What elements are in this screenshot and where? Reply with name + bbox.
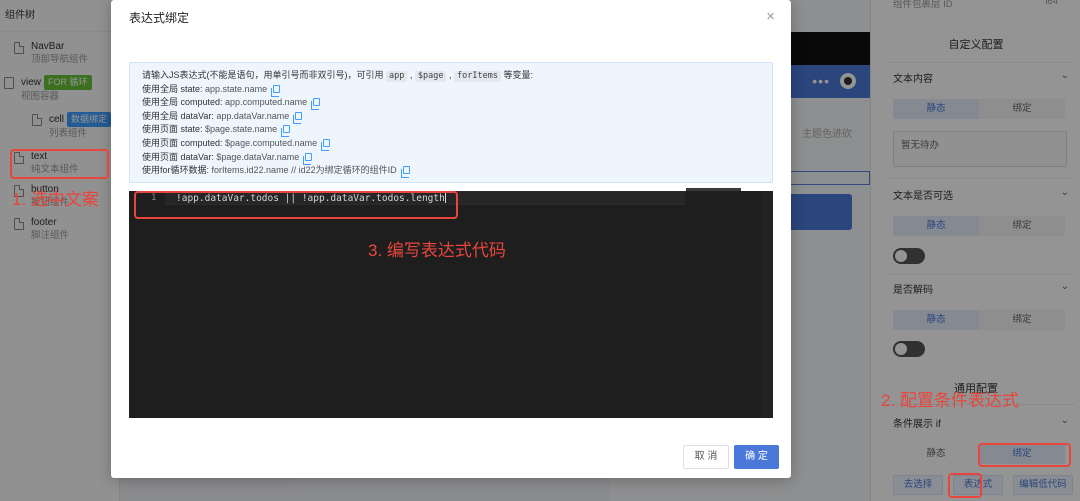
dialog-header: 表达式绑定 × <box>111 0 791 34</box>
help-row-label: 使用全局 state: <box>142 83 203 94</box>
help-row-label: 使用全局 computed: <box>142 97 223 108</box>
copy-icon[interactable] <box>281 125 291 138</box>
dialog-title: 表达式绑定 <box>129 11 190 25</box>
annotation-step3: 3. 编写表达式代码 <box>368 241 506 260</box>
minimap[interactable] <box>686 188 741 191</box>
help-intro: 请输入JS表达式(不能是语句，用单引号而非双引号)，可引用 app , $pag… <box>142 70 533 82</box>
help-row: 使用全局 computed: app.computed.name <box>142 96 760 111</box>
copy-icon[interactable] <box>293 111 303 124</box>
help-row-label: 使用全局 dataVar: <box>142 110 214 121</box>
cancel-button[interactable]: 取 消 <box>683 445 729 469</box>
confirm-button[interactable]: 确 定 <box>734 445 779 469</box>
help-row: 使用全局 state: app.state.name <box>142 83 760 97</box>
help-row-label: 使用页面 computed: <box>142 137 223 148</box>
help-row-value: $page.computed.name <box>225 137 318 148</box>
help-row-value: app.dataVar.name <box>216 110 290 121</box>
annotation-step2: 2. 配置条件表达式 <box>881 391 1019 410</box>
copy-icon[interactable] <box>400 166 410 179</box>
help-row-label: 使用页面 state: <box>142 124 203 135</box>
expression-help-box: 请输入JS表达式(不能是语句，用单引号而非双引号)，可引用 app , $pag… <box>129 62 773 183</box>
chip-page: $page <box>414 71 447 82</box>
copy-icon[interactable] <box>303 152 313 165</box>
annotation-step1: 1. 选中文案 <box>12 190 99 209</box>
help-row-value: forItems.id22.name // id22为绑定循环的组件ID <box>211 165 397 176</box>
help-row-value: $page.state.name <box>205 124 278 135</box>
chip-foritems: forItems <box>454 71 501 82</box>
copy-icon[interactable] <box>271 84 281 97</box>
help-row-value: app.computed.name <box>225 97 308 108</box>
annotation-box-bind <box>978 443 1071 467</box>
chip-app: app <box>386 71 408 82</box>
help-row: 使用全局 dataVar: app.dataVar.name <box>142 110 760 124</box>
annotation-box-expression <box>948 473 982 498</box>
copy-icon[interactable] <box>311 98 321 111</box>
close-icon[interactable]: × <box>766 8 775 25</box>
help-row: 使用页面 state: $page.state.name <box>142 123 760 138</box>
annotation-box-code <box>134 191 458 219</box>
help-row-value: $page.dataVar.name <box>216 151 300 162</box>
help-row: 使用页面 dataVar: $page.dataVar.name <box>142 151 760 165</box>
copy-icon[interactable] <box>321 138 331 151</box>
annotation-box-text <box>10 149 109 179</box>
editor-scrollbar[interactable] <box>761 191 773 418</box>
help-row-label: 使用for循环数据: <box>142 165 210 176</box>
help-row-label: 使用页面 dataVar: <box>142 151 214 162</box>
help-suffix: 等变量: <box>503 70 533 80</box>
editor-gutter <box>129 191 165 418</box>
code-editor[interactable]: 1 !app.dataVar.todos || !app.dataVar.tod… <box>129 188 773 418</box>
help-row-value: app.state.name <box>205 83 268 94</box>
help-row: 使用for循环数据: forItems.id22.name // id22为绑定… <box>142 164 760 179</box>
help-row: 使用页面 computed: $page.computed.name <box>142 137 760 151</box>
help-intro-text: 请输入JS表达式(不能是语句，用单引号而非双引号)，可引用 <box>142 70 384 80</box>
